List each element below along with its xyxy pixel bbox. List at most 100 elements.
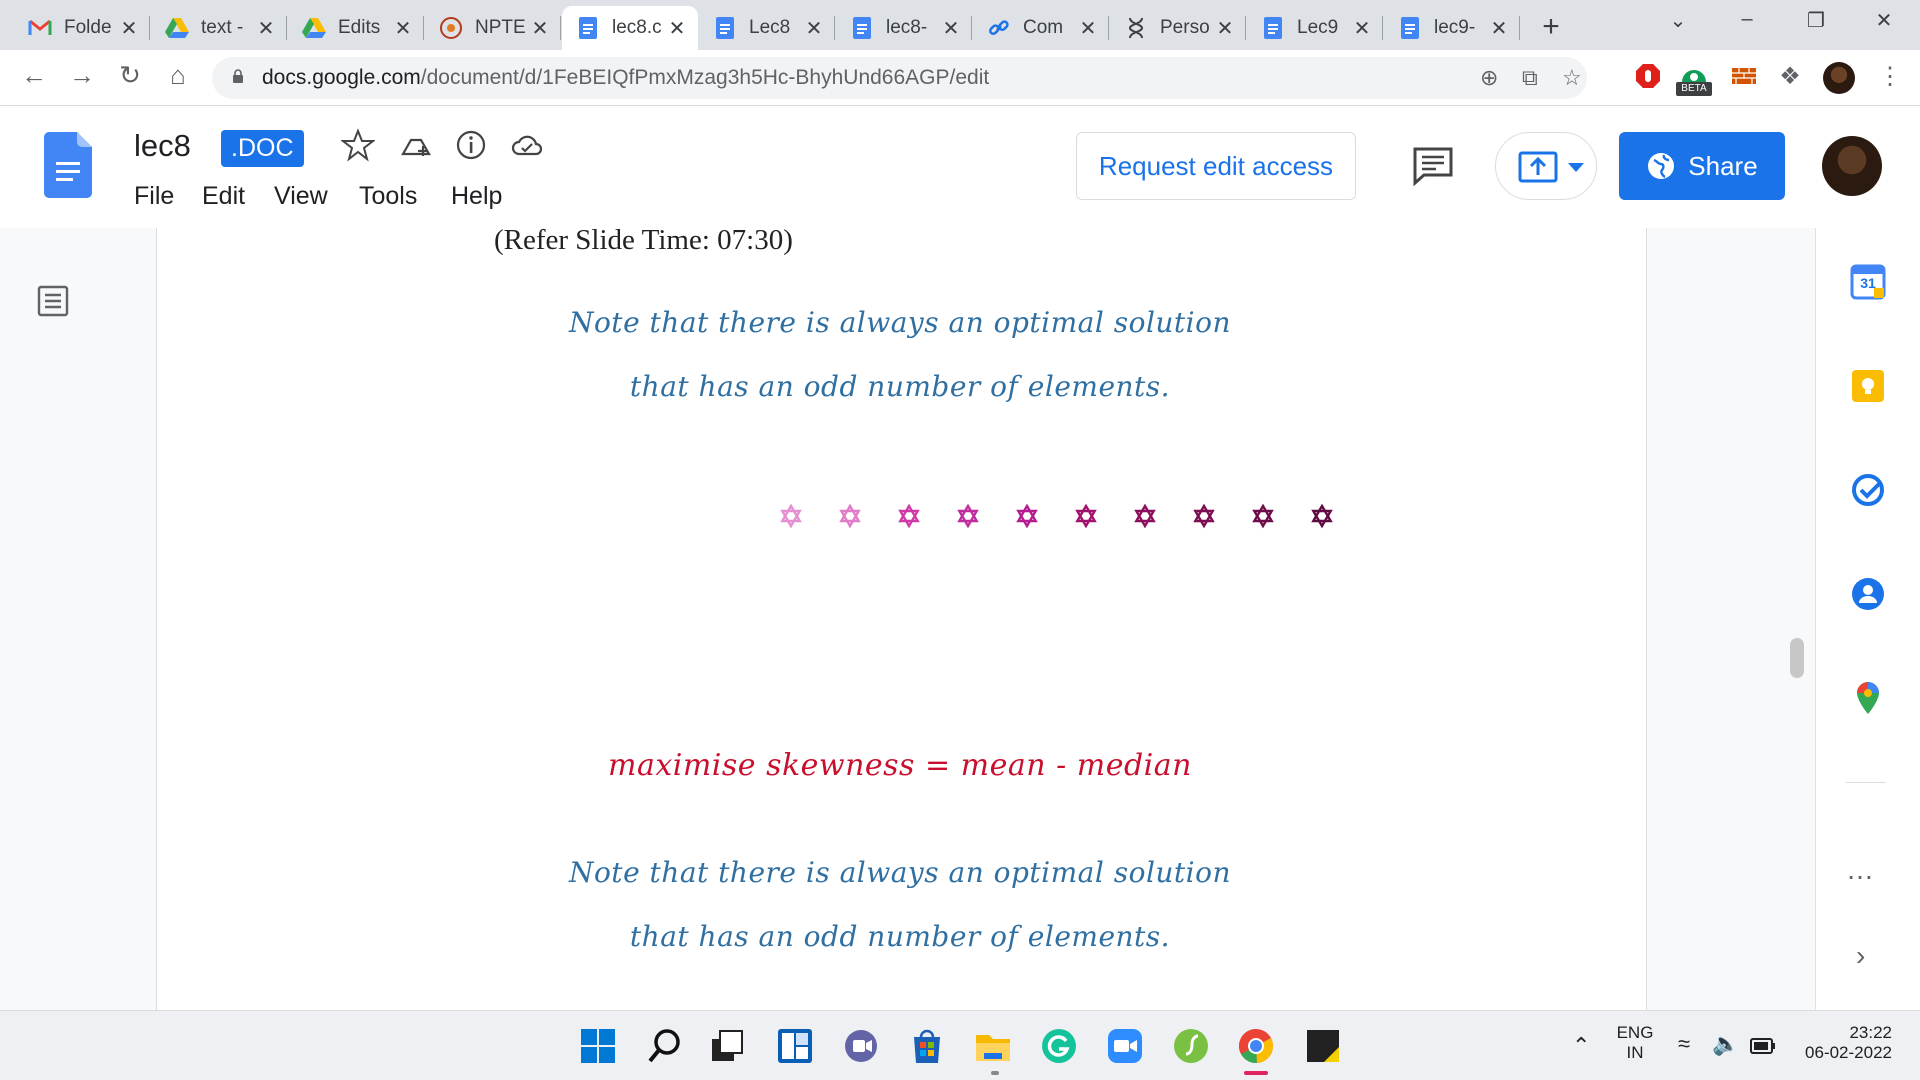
volume-icon[interactable]: 🔈 — [1712, 1031, 1739, 1057]
share-page-icon[interactable]: ⧉ — [1522, 65, 1538, 91]
evernote-icon[interactable] — [1172, 1027, 1210, 1065]
menu-tools[interactable]: Tools — [359, 182, 417, 211]
tab-close-icon[interactable]: ✕ — [1351, 16, 1373, 41]
teams-chat-icon[interactable] — [842, 1027, 880, 1065]
calendar-icon[interactable]: 31 — [1850, 264, 1886, 300]
star-icon[interactable] — [341, 128, 375, 162]
browser-tab[interactable]: text - ✕ — [151, 6, 287, 50]
chrome-icon[interactable] — [1237, 1027, 1275, 1065]
new-tab-button[interactable]: + — [1536, 10, 1566, 44]
collapse-panel-icon[interactable]: › — [1856, 940, 1865, 972]
link-icon — [987, 16, 1011, 40]
file-explorer-icon[interactable] — [974, 1027, 1012, 1065]
clock[interactable]: 23:22 06-02-2022 — [1792, 1023, 1892, 1063]
more-addons-icon[interactable]: … — [1846, 854, 1875, 886]
present-button[interactable] — [1495, 132, 1597, 200]
tab-close-icon[interactable]: ✕ — [255, 16, 277, 41]
adblock-extension-icon[interactable] — [1634, 62, 1662, 90]
browser-tab[interactable]: Perso ✕ — [1110, 6, 1246, 50]
move-to-drive-icon[interactable] — [399, 128, 433, 162]
home-button[interactable]: ⌂ — [160, 60, 196, 91]
tab-search-icon[interactable]: ⌄ — [1658, 8, 1698, 33]
browser-tab[interactable]: NPTE ✕ — [425, 6, 561, 50]
menu-edit[interactable]: Edit — [202, 182, 245, 211]
contacts-icon[interactable] — [1850, 576, 1886, 612]
browser-tab[interactable]: Com ✕ — [973, 6, 1109, 50]
tab-title: Lec9 — [1297, 17, 1339, 38]
tasks-icon[interactable] — [1850, 472, 1886, 508]
search-icon[interactable] — [646, 1027, 684, 1065]
explorer-running-indicator — [991, 1071, 999, 1075]
account-avatar[interactable] — [1822, 136, 1882, 196]
zoom-icon[interactable]: ⊕ — [1480, 65, 1498, 91]
share-button[interactable]: Share — [1619, 132, 1785, 200]
chevron-down-icon — [1568, 163, 1584, 172]
tab-close-icon[interactable]: ✕ — [1077, 16, 1099, 41]
tab-close-icon[interactable]: ✕ — [1488, 16, 1510, 41]
maps-icon[interactable] — [1850, 680, 1886, 716]
cloud-saved-icon[interactable] — [510, 128, 544, 162]
tab-close-icon[interactable]: ✕ — [666, 16, 688, 41]
tab-close-icon[interactable]: ✕ — [392, 16, 414, 41]
document-canvas: (Refer Slide Time: 07:30) Note that ther… — [0, 224, 1815, 1010]
share-label: Share — [1688, 150, 1758, 181]
note-line-3: Note that there is always an optimal sol… — [568, 856, 1232, 889]
forward-button[interactable]: → — [64, 60, 100, 91]
info-icon[interactable] — [454, 128, 488, 162]
sticky-notes-icon[interactable] — [1304, 1027, 1342, 1065]
show-hidden-icons-chevron[interactable]: ⌃ — [1572, 1033, 1590, 1059]
document-title[interactable]: lec8 — [134, 128, 191, 164]
document-page[interactable]: (Refer Slide Time: 07:30) Note that ther… — [156, 224, 1647, 1010]
tab-title: Com — [1023, 17, 1064, 38]
microsoft-store-icon[interactable] — [908, 1027, 946, 1065]
menu-help[interactable]: Help — [451, 182, 502, 211]
browser-tab[interactable]: Lec8 ✕ — [699, 6, 835, 50]
profile-avatar[interactable] — [1823, 62, 1855, 94]
browser-tab[interactable]: Edits ✕ — [288, 6, 424, 50]
brick-extension-icon[interactable] — [1730, 62, 1758, 90]
reload-button[interactable]: ↻ — [112, 60, 148, 91]
back-button[interactable]: ← — [16, 60, 52, 91]
browser-menu-icon[interactable]: ⋮ — [1872, 62, 1908, 91]
extensions-puzzle-icon[interactable]: ❖ — [1772, 62, 1808, 91]
document-outline-icon[interactable] — [36, 284, 70, 318]
task-view-icon[interactable] — [708, 1027, 746, 1065]
comments-icon[interactable] — [1412, 146, 1454, 186]
star-row — [780, 503, 1333, 529]
menu-view[interactable]: View — [274, 182, 328, 211]
menu-file[interactable]: File — [134, 182, 174, 211]
vertical-scrollbar[interactable] — [1790, 638, 1804, 678]
zoom-icon[interactable] — [1106, 1027, 1144, 1065]
tab-close-icon[interactable]: ✕ — [118, 16, 140, 41]
browser-tab[interactable]: lec9- ✕ — [1384, 6, 1520, 50]
bookmark-star-icon[interactable]: ☆ — [1562, 65, 1582, 91]
widgets-icon[interactable] — [776, 1027, 814, 1065]
wifi-icon[interactable]: ≈ — [1678, 1031, 1690, 1057]
tab-close-icon[interactable]: ✕ — [803, 16, 825, 41]
tab-title: lec9- — [1434, 17, 1476, 38]
request-edit-access-button[interactable]: Request edit access — [1076, 132, 1356, 200]
browser-tab[interactable]: Folde ✕ — [14, 6, 150, 50]
windows-start-icon[interactable] — [579, 1027, 617, 1065]
browser-tab[interactable]: Lec9 ✕ — [1247, 6, 1383, 50]
star-of-david-icon — [898, 503, 920, 529]
tab-close-icon[interactable]: ✕ — [529, 16, 551, 41]
tab-close-icon[interactable]: ✕ — [1214, 16, 1236, 41]
language-indicator[interactable]: ENG IN — [1610, 1023, 1660, 1063]
restore-button[interactable]: ❐ — [1796, 8, 1836, 33]
grammarly-icon[interactable] — [1040, 1027, 1078, 1065]
minimize-button[interactable]: – — [1727, 8, 1767, 31]
keep-icon[interactable] — [1850, 368, 1886, 404]
address-bar[interactable]: docs.google.com/document/d/1FeBEIQfPmxMz… — [212, 57, 1587, 99]
tab-title: lec8.c — [612, 17, 662, 38]
globe-icon — [1648, 153, 1675, 179]
browser-tab[interactable]: lec8.c ✕ — [562, 6, 698, 50]
tab-separator — [560, 16, 561, 40]
google-docs-logo[interactable] — [44, 132, 92, 198]
beta-extension-icon[interactable]: BETA — [1676, 62, 1712, 98]
battery-icon[interactable] — [1750, 1037, 1776, 1055]
tab-close-icon[interactable]: ✕ — [940, 16, 962, 41]
close-window-button[interactable]: ✕ — [1864, 8, 1904, 33]
browser-tab[interactable]: lec8- ✕ — [836, 6, 972, 50]
star-of-david-icon — [1016, 503, 1038, 529]
